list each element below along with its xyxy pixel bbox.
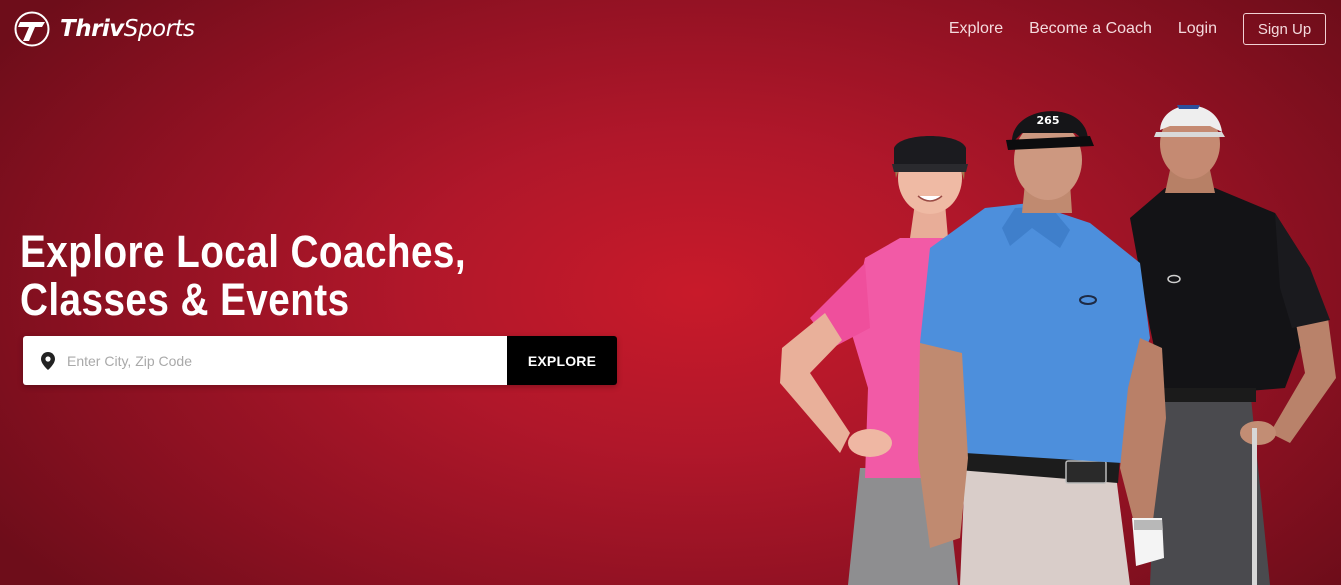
nav-login-link[interactable]: Login xyxy=(1178,20,1217,38)
nav-become-coach-link[interactable]: Become a Coach xyxy=(1029,20,1152,38)
search-field-wrapper xyxy=(23,336,507,385)
hero-section: ThrivSports Explore Become a Coach Login… xyxy=(0,0,1341,585)
logo-link[interactable]: ThrivSports xyxy=(14,11,195,47)
cap-text: 265 xyxy=(1037,114,1060,127)
hero-headline-line2: Classes & Events xyxy=(20,274,350,325)
location-search-input[interactable] xyxy=(67,336,507,385)
hero-headline-line1: Explore Local Coaches, xyxy=(20,226,467,277)
logo-icon xyxy=(14,11,50,47)
logo-word-sports: Sports xyxy=(123,16,195,42)
coaches-photo: 265 xyxy=(770,88,1341,585)
top-nav: Explore Become a Coach Login Sign Up xyxy=(949,13,1326,45)
map-pin-icon xyxy=(41,351,55,370)
nav-explore-link[interactable]: Explore xyxy=(949,20,1003,38)
signup-button[interactable]: Sign Up xyxy=(1243,13,1326,45)
explore-search-button[interactable]: EXPLORE xyxy=(507,336,617,385)
logo-word-thriv: Thriv xyxy=(60,16,124,42)
logo-wordmark: ThrivSports xyxy=(60,16,195,42)
coach-right-figure xyxy=(1130,105,1336,585)
location-search-bar: EXPLORE xyxy=(23,336,617,385)
hero-headline: Explore Local Coaches, Classes & Events xyxy=(20,228,466,324)
